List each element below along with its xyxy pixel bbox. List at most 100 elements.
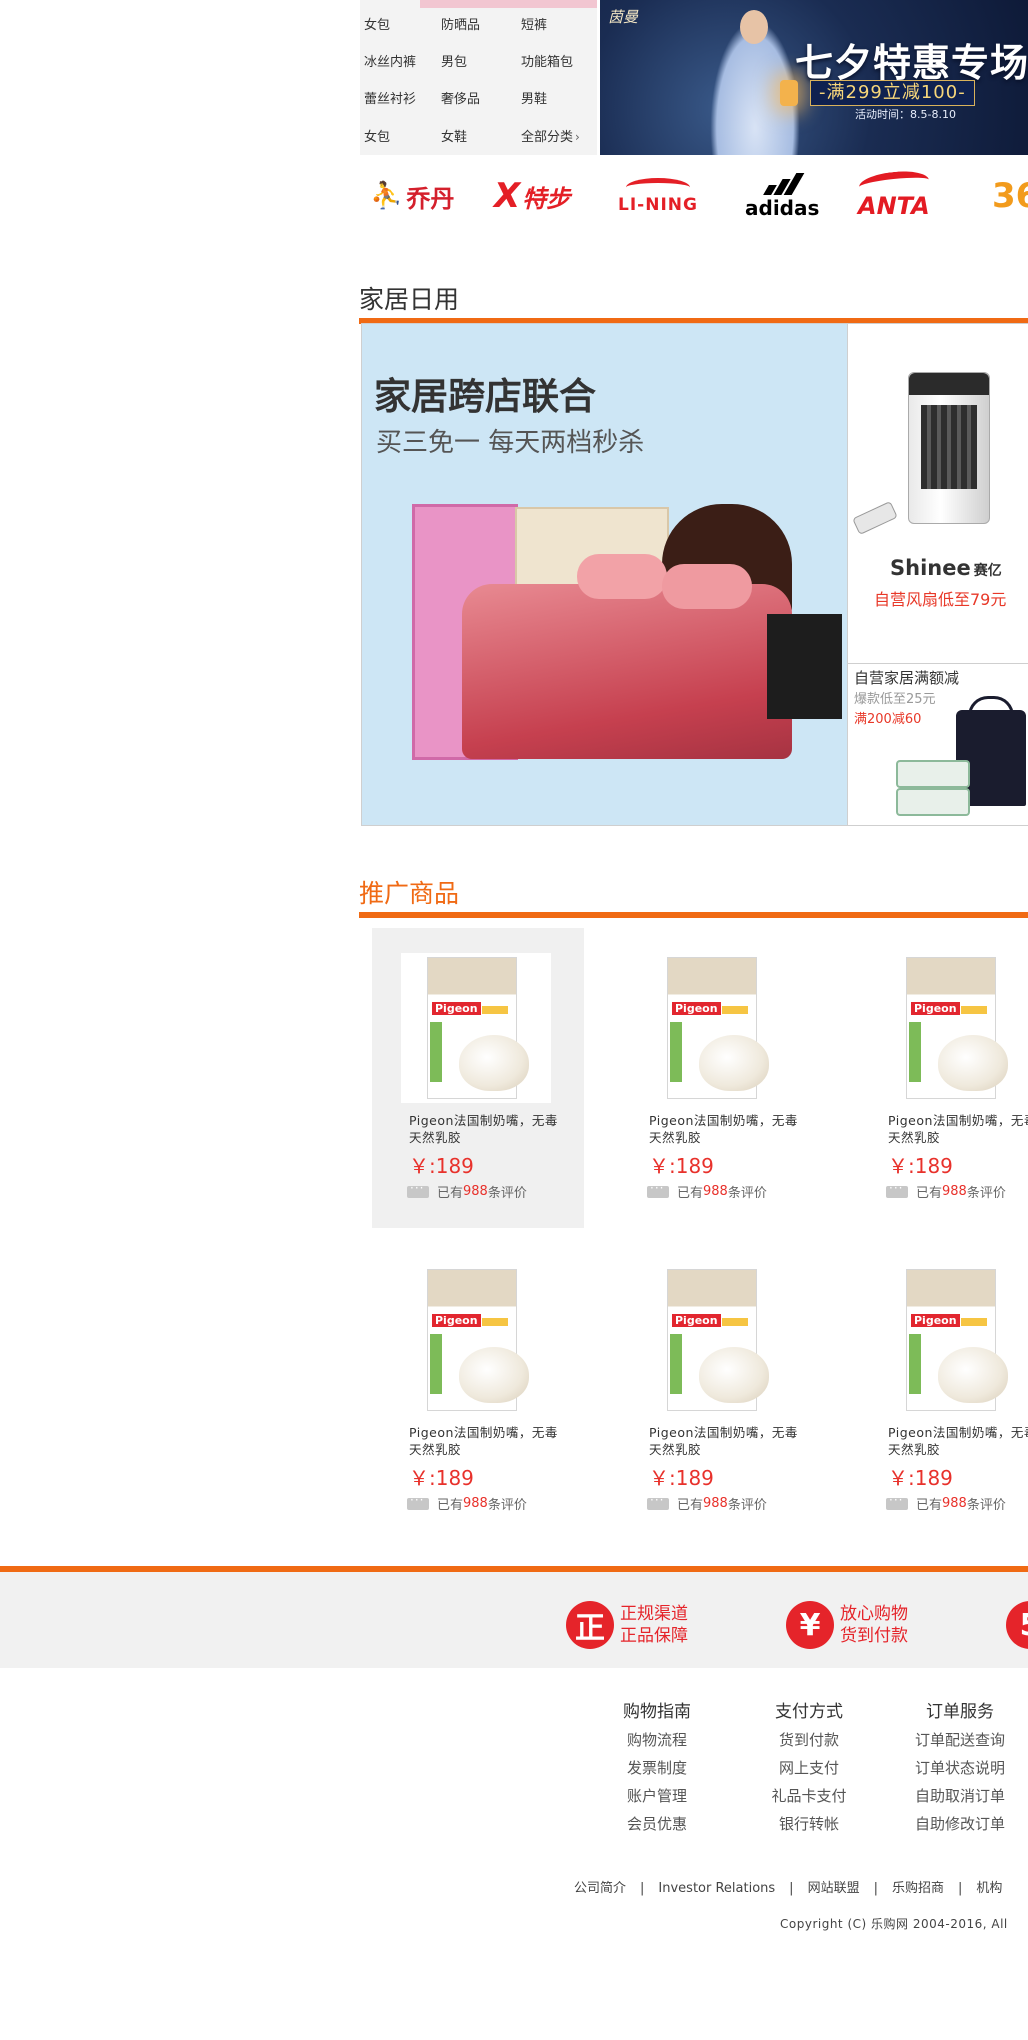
footer-column-orders: 订单服务 订单配送查询 订单状态说明 自助取消订单 自助修改订单 bbox=[895, 1698, 1025, 1838]
brand-logo-adidas[interactable]: adidas bbox=[745, 172, 819, 220]
comment-icon bbox=[407, 1181, 429, 1198]
pigeon-logo: Pigeon bbox=[432, 1002, 481, 1015]
brand-logo-jordan[interactable]: ⛹ 乔丹 bbox=[370, 172, 454, 220]
nipple-image bbox=[938, 1347, 1008, 1403]
comment-icon bbox=[407, 1493, 429, 1510]
product-reviews[interactable]: 已有988条评价 bbox=[886, 1493, 1006, 1513]
footer-link[interactable]: 礼品卡支付 bbox=[744, 1782, 874, 1810]
product-reviews[interactable]: 已有988条评价 bbox=[407, 1493, 527, 1513]
adidas-stripes-icon bbox=[763, 172, 805, 195]
product-image[interactable]: Pigeon bbox=[880, 1265, 1028, 1415]
product-card[interactable]: Pigeon Pigeon法国制奶嘴，无毒天然乳胶 ￥:189 已有988条评价 bbox=[851, 928, 1028, 1228]
footer-link-about[interactable]: 公司简介 bbox=[574, 1881, 626, 1896]
pigeon-logo: Pigeon bbox=[911, 1002, 960, 1015]
home-promo-line: 爆款低至25元 bbox=[854, 692, 936, 707]
product-image[interactable]: Pigeon bbox=[641, 953, 791, 1103]
brand-logo-361[interactable]: 36 bbox=[992, 172, 1028, 220]
category-link[interactable]: 防晒品 bbox=[441, 14, 480, 33]
home-banner[interactable]: 家居跨店联合 买三免一 每天两档秒杀 bbox=[361, 323, 848, 826]
product-image[interactable]: Pigeon bbox=[880, 953, 1028, 1103]
footer-link-affiliate[interactable]: 网站联盟 bbox=[808, 1881, 860, 1896]
product-card[interactable]: Pigeon Pigeon法国制奶嘴，无毒天然乳胶 ￥:189 已有988条评价 bbox=[851, 1240, 1028, 1540]
footer-link-org[interactable]: 机构 bbox=[976, 1881, 1002, 1896]
all-categories-link[interactable]: 全部分类 › bbox=[521, 126, 580, 145]
banner-model-head bbox=[740, 10, 768, 44]
product-image[interactable]: Pigeon bbox=[401, 1265, 551, 1415]
product-image[interactable]: Pigeon bbox=[641, 1265, 791, 1415]
footer-column-guide: 购物指南 购物流程 发票制度 账户管理 会员优惠 bbox=[592, 1698, 722, 1838]
product-reviews[interactable]: 已有988条评价 bbox=[647, 1181, 767, 1201]
category-link[interactable]: 短裤 bbox=[521, 14, 547, 33]
brand-logo-xtep[interactable]: X 特步 bbox=[494, 172, 570, 220]
footer-link[interactable]: 货到付款 bbox=[744, 1726, 874, 1754]
product-name[interactable]: Pigeon法国制奶嘴，无毒天然乳胶 bbox=[649, 1424, 809, 1458]
guarantee-authentic[interactable]: 正 正规渠道 正品保障 bbox=[566, 1600, 688, 1650]
product-name[interactable]: Pigeon法国制奶嘴，无毒天然乳胶 bbox=[409, 1424, 569, 1458]
banner-date: 活动时间：8.5-8.10 bbox=[855, 108, 956, 121]
footer-link[interactable]: 银行转帐 bbox=[744, 1810, 874, 1838]
fan-brand-name: Shinee bbox=[890, 556, 971, 580]
category-link[interactable]: 蕾丝衬衫 bbox=[364, 88, 416, 107]
product-reviews[interactable]: 已有988条评价 bbox=[886, 1181, 1006, 1201]
review-suffix: 条评价 bbox=[487, 1186, 527, 1201]
product-card[interactable]: Pigeon Pigeon法国制奶嘴，无毒天然乳胶 ￥:189 已有988条评价 bbox=[612, 928, 824, 1228]
promo-banner[interactable]: 茵曼 七夕特惠专场 -满299立减100- 活动时间：8.5-8.10 bbox=[600, 0, 1028, 155]
footer-link[interactable]: 自助取消订单 bbox=[895, 1782, 1025, 1810]
guarantee-third[interactable]: 5 bbox=[1006, 1600, 1028, 1650]
product-card[interactable]: Pigeon Pigeon法国制奶嘴，无毒天然乳胶 ￥:189 已有988条评价 bbox=[612, 1240, 824, 1540]
category-link[interactable]: 女鞋 bbox=[441, 126, 467, 145]
category-link[interactable]: 冰丝内裤 bbox=[364, 51, 416, 70]
category-link[interactable]: 奢侈品 bbox=[441, 88, 480, 107]
category-link[interactable]: 女包 bbox=[364, 14, 390, 33]
footer-link[interactable]: 会员优惠 bbox=[592, 1810, 722, 1838]
brand-logo-lining[interactable]: LI-NING bbox=[618, 172, 698, 220]
guarantee-cod[interactable]: ¥ 放心购物 货到付款 bbox=[786, 1600, 908, 1650]
package-badge bbox=[482, 1318, 508, 1326]
home-promo-discount: 满200减60 bbox=[854, 712, 922, 727]
product-name[interactable]: Pigeon法国制奶嘴，无毒天然乳胶 bbox=[888, 1112, 1028, 1146]
footer-column-title: 购物指南 bbox=[623, 1702, 691, 1722]
footer-link[interactable]: 自助修改订单 bbox=[895, 1810, 1025, 1838]
review-prefix: 已有 bbox=[916, 1186, 943, 1201]
footer-link[interactable]: 发票制度 bbox=[592, 1754, 722, 1782]
product-name[interactable]: Pigeon法国制奶嘴，无毒天然乳胶 bbox=[888, 1424, 1028, 1458]
category-link[interactable]: 女包 bbox=[364, 126, 390, 145]
category-link[interactable]: 男包 bbox=[441, 51, 467, 70]
brand-logo-anta[interactable]: ANTA bbox=[857, 168, 930, 220]
product-name[interactable]: Pigeon法国制奶嘴，无毒天然乳胶 bbox=[409, 1112, 569, 1146]
home-promo-tile[interactable]: 自营家居满额减 爆款低至25元 满200减60 bbox=[847, 663, 1028, 826]
footer-link[interactable]: 购物流程 bbox=[592, 1726, 722, 1754]
package-stripe bbox=[670, 1022, 682, 1082]
review-suffix: 条评价 bbox=[966, 1186, 1006, 1201]
product-price: ￥:189 bbox=[649, 1154, 714, 1178]
comment-icon bbox=[647, 1181, 669, 1198]
review-prefix: 已有 bbox=[437, 1186, 464, 1201]
chevron-right-icon: › bbox=[575, 130, 580, 144]
nipple-image bbox=[699, 1347, 769, 1403]
return-icon: 5 bbox=[1006, 1601, 1028, 1649]
pillow-image bbox=[577, 554, 667, 599]
footer-link[interactable]: 账户管理 bbox=[592, 1782, 722, 1810]
product-reviews[interactable]: 已有988条评价 bbox=[647, 1493, 767, 1513]
product-image[interactable]: Pigeon bbox=[401, 953, 551, 1103]
footer-link[interactable]: 订单配送查询 bbox=[895, 1726, 1025, 1754]
product-card[interactable]: Pigeon Pigeon法国制奶嘴，无毒天然乳胶 ￥:189 已有988条评价 bbox=[372, 928, 584, 1228]
fan-promo-tile[interactable]: Shinee 赛亿 自营风扇低至79元 bbox=[847, 323, 1028, 665]
xtep-x-icon: X bbox=[494, 176, 521, 216]
category-link[interactable]: 功能箱包 bbox=[521, 51, 573, 70]
footer-link[interactable]: 订单状态说明 bbox=[895, 1754, 1025, 1782]
product-reviews[interactable]: 已有988条评价 bbox=[407, 1181, 527, 1201]
guarantee-line: 正品保障 bbox=[620, 1626, 688, 1646]
category-link[interactable]: 男鞋 bbox=[521, 88, 547, 107]
brand-label: adidas bbox=[745, 195, 820, 220]
package-stripe bbox=[909, 1022, 921, 1082]
footer-link-merchant[interactable]: 乐购招商 bbox=[892, 1881, 944, 1896]
section-divider bbox=[359, 912, 1028, 918]
footer-link-investor[interactable]: Investor Relations bbox=[658, 1881, 775, 1896]
footer-link[interactable]: 网上支付 bbox=[744, 1754, 874, 1782]
review-count: 988 bbox=[703, 1496, 728, 1511]
product-card[interactable]: Pigeon Pigeon法国制奶嘴，无毒天然乳胶 ￥:189 已有988条评价 bbox=[372, 1240, 584, 1540]
package-badge bbox=[482, 1006, 508, 1014]
product-name[interactable]: Pigeon法国制奶嘴，无毒天然乳胶 bbox=[649, 1112, 809, 1146]
jordan-runner-icon: ⛹ bbox=[370, 181, 403, 211]
